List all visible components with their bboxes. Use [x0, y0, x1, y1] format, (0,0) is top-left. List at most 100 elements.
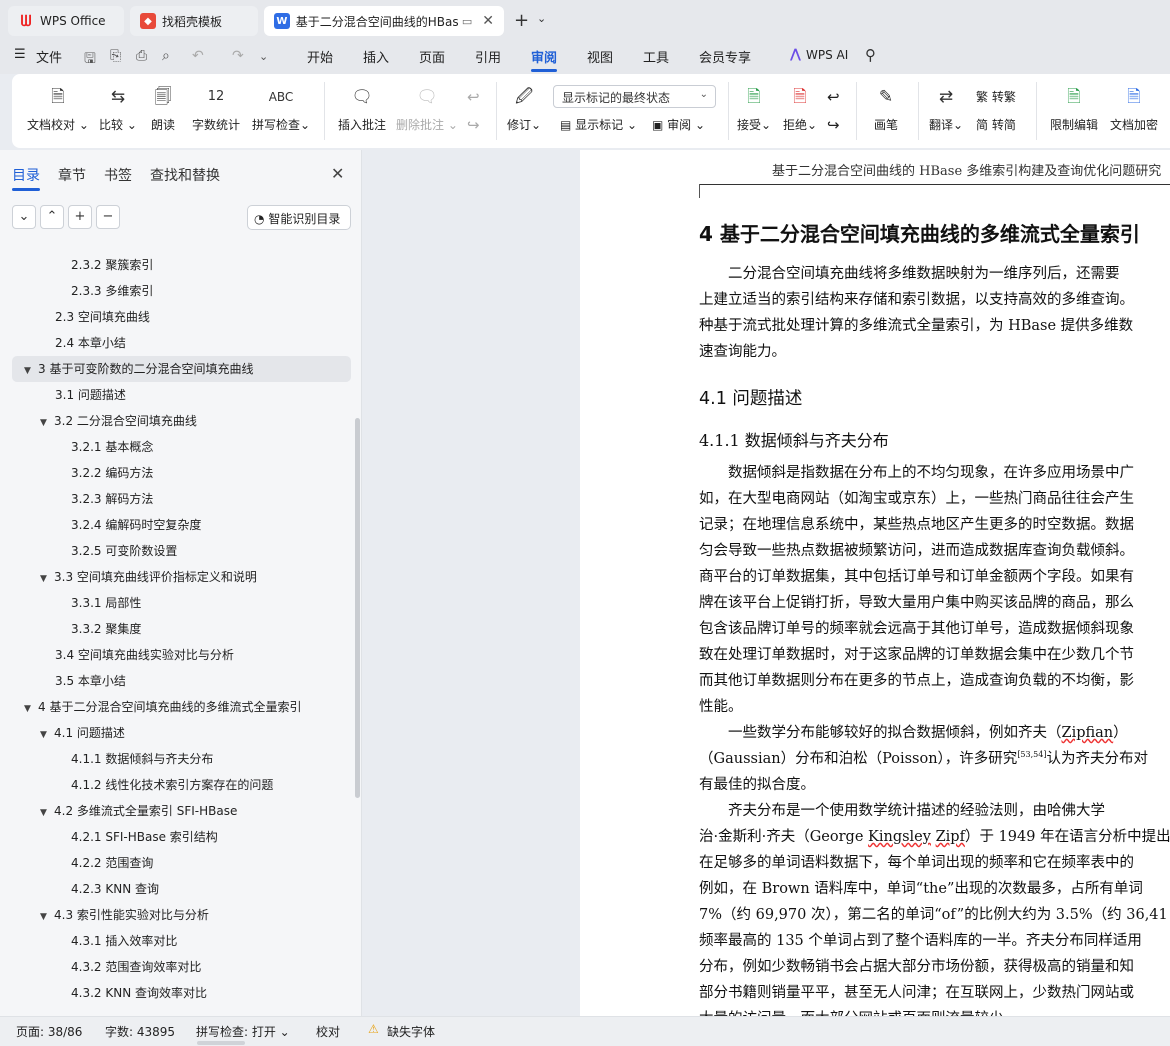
toc-item[interactable]: 3.2.5 可变阶数设置: [71, 538, 177, 564]
show-markup-button[interactable]: ▤ 显示标记 ⌄: [560, 116, 637, 133]
spelling-error[interactable]: Zipf: [936, 829, 965, 845]
toc-item[interactable]: 2.3 空间填充曲线: [55, 304, 150, 330]
expand-arrow-icon[interactable]: ▼: [40, 410, 54, 436]
to-simplified-button[interactable]: 简 转简: [976, 116, 1016, 133]
menu-tools[interactable]: 工具: [643, 47, 669, 66]
next-change-icon[interactable]: ↪: [827, 116, 840, 134]
spell-check-button[interactable]: ABC 拼写检查⌄: [250, 84, 312, 133]
tab-list-chevron-icon[interactable]: ⌄: [537, 12, 546, 25]
toc-item[interactable]: 4.1.1 数据倾斜与齐夫分布: [71, 746, 213, 772]
toc-item[interactable]: 3.3.2 聚集度: [71, 616, 141, 642]
tab-bookmarks[interactable]: 书签: [104, 165, 132, 185]
toc-item[interactable]: 4.3.1 插入效率对比: [71, 928, 177, 954]
menu-reference[interactable]: 引用: [475, 47, 501, 66]
prev-change-icon[interactable]: ↩: [827, 88, 840, 106]
search-icon[interactable]: ⚲: [865, 46, 876, 64]
document-page[interactable]: 基于二分混合空间曲线的 HBase 多维索引构建及查询优化问题研究 4 基于二分…: [580, 150, 1170, 1016]
export-icon[interactable]: ⎘: [110, 48, 121, 64]
collapse-down-button[interactable]: ⌄: [12, 205, 36, 229]
tab-find-replace[interactable]: 查找和替换: [150, 165, 220, 185]
menu-view[interactable]: 视图: [587, 47, 613, 66]
toc-item[interactable]: 4.3.2 KNN 查询效率对比: [71, 980, 207, 1006]
redo-icon[interactable]: ↷: [232, 48, 244, 64]
toc-item[interactable]: 4.3.2 范围查询效率对比: [71, 954, 201, 980]
review-pane-button[interactable]: ▣ 审阅 ⌄: [652, 116, 705, 133]
read-aloud-button[interactable]: 🗐 朗读: [146, 84, 180, 133]
expand-arrow-icon[interactable]: ▼: [40, 904, 54, 930]
accept-button[interactable]: 🗎 接受⌄: [734, 84, 774, 133]
pen-button[interactable]: ✎ 画笔: [864, 84, 908, 133]
expand-arrow-icon[interactable]: ▼: [24, 358, 38, 384]
to-traditional-button[interactable]: 繁 转繁: [976, 88, 1016, 105]
word-count-button[interactable]: 12 字数统计: [188, 84, 244, 133]
menu-review[interactable]: 审阅: [531, 47, 557, 66]
new-tab-button[interactable]: +: [514, 10, 529, 31]
toc-item[interactable]: 4.2.1 SFI-HBase 索引结构: [71, 824, 218, 850]
horizontal-scrollbar[interactable]: [197, 1041, 245, 1045]
expand-arrow-icon[interactable]: ▼: [40, 800, 54, 826]
close-panel-icon[interactable]: ✕: [331, 164, 344, 183]
prev-comment-icon[interactable]: ↩: [467, 88, 480, 106]
spelling-error[interactable]: Zipfian: [1062, 725, 1114, 741]
close-tab-icon[interactable]: ✕: [482, 13, 494, 29]
word-count-indicator[interactable]: 字数: 43895: [105, 1023, 175, 1040]
menu-member[interactable]: 会员专享: [699, 47, 751, 66]
expand-arrow-icon[interactable]: ▼: [40, 566, 54, 592]
spell-check-indicator[interactable]: 拼写检查: 打开 ⌄: [196, 1023, 290, 1040]
monitor-icon[interactable]: ▭: [462, 15, 472, 28]
print-preview-icon[interactable]: ⌕: [162, 48, 170, 64]
page-indicator[interactable]: 页面: 38/86: [16, 1023, 82, 1040]
save-icon[interactable]: 🖫: [84, 48, 96, 72]
undo-icon[interactable]: ↶: [192, 48, 204, 64]
collapse-up-button[interactable]: ⌃: [40, 205, 64, 229]
expand-arrow-icon[interactable]: ▼: [24, 696, 38, 722]
print-icon[interactable]: ⎙: [136, 48, 147, 64]
toc-item[interactable]: ▼ 3.2 二分混合空间填充曲线: [40, 408, 197, 434]
expand-arrow-icon[interactable]: ▼: [40, 722, 54, 748]
toc-item[interactable]: 4.2.3 KNN 查询: [71, 876, 159, 902]
tab-sections[interactable]: 章节: [58, 165, 86, 185]
toc-item[interactable]: ▼ 4 基于二分混合空间填充曲线的多维流式全量索引: [24, 694, 301, 720]
translate-button[interactable]: ⇄ 翻译⌄: [926, 84, 966, 133]
toc-item[interactable]: 3.4 空间填充曲线实验对比与分析: [55, 642, 234, 668]
toc-item[interactable]: 4.1.2 线性化技术索引方案存在的问题: [71, 772, 273, 798]
menu-insert[interactable]: 插入: [363, 47, 389, 66]
tab-toc[interactable]: 目录: [12, 165, 40, 185]
revise-button[interactable]: 🖉 修订⌄: [504, 84, 544, 133]
tab-document[interactable]: W 基于二分混合空间曲线的HBase多维索引构建及查询优化问题研究 ▭ ✕: [264, 6, 504, 36]
delete-comment-button[interactable]: 🗨 删除批注 ⌄: [395, 84, 459, 133]
menu-page[interactable]: 页面: [419, 47, 445, 66]
toc-item-selected[interactable]: ▼ 3 基于可变阶数的二分混合空间填充曲线: [12, 356, 351, 382]
add-heading-button[interactable]: +: [68, 205, 92, 229]
toc-item[interactable]: 3.5 本章小结: [55, 668, 126, 694]
toc-item[interactable]: 2.4 本章小结: [55, 330, 126, 356]
toc-item[interactable]: ▼ 3.3 空间填充曲线评价指标定义和说明: [40, 564, 257, 590]
menu-start[interactable]: 开始: [307, 47, 333, 66]
doc-proof-button[interactable]: 🗎 文档校对 ⌄: [26, 84, 90, 133]
toc-item[interactable]: ▼ 4.1 问题描述: [40, 720, 125, 746]
compare-button[interactable]: ⇆ 比较 ⌄: [96, 84, 140, 133]
doc-encrypt-button[interactable]: 🗎 文档加密: [1106, 84, 1162, 133]
toc-item[interactable]: 4.2.2 范围查询: [71, 850, 153, 876]
toc-item[interactable]: ▼ 4.2 多维流式全量索引 SFI-HBase: [40, 798, 237, 824]
insert-comment-button[interactable]: 🗨 插入批注: [334, 84, 390, 133]
restrict-edit-button[interactable]: 🗎 限制编辑: [1046, 84, 1102, 133]
tab-template[interactable]: ◆ 找稻壳模板: [130, 6, 258, 36]
toc-item[interactable]: ▼ 4.3 索引性能实验对比与分析: [40, 902, 209, 928]
toc-item[interactable]: 3.1 问题描述: [55, 382, 126, 408]
missing-font-indicator[interactable]: 缺失字体: [387, 1023, 435, 1040]
reject-button[interactable]: 🗎 拒绝⌄: [780, 84, 820, 133]
toc-item[interactable]: 3.2.2 编码方法: [71, 460, 153, 486]
toc-item[interactable]: 2.3.2 聚簇索引: [71, 252, 153, 278]
toc-item[interactable]: 3.2.3 解码方法: [71, 486, 153, 512]
toc-item[interactable]: 3.2.1 基本概念: [71, 434, 153, 460]
toc-scrollbar[interactable]: [355, 418, 360, 798]
menu-file[interactable]: 文件: [36, 47, 62, 66]
wps-ai-button[interactable]: ⋀ WPS AI: [790, 47, 848, 62]
quick-access-chevron-icon[interactable]: ⌄: [259, 50, 268, 63]
hamburger-icon[interactable]: ☰: [14, 47, 26, 62]
tab-wps-office[interactable]: ᗯ WPS Office: [8, 6, 124, 36]
remove-heading-button[interactable]: −: [96, 205, 120, 229]
document-canvas[interactable]: 基于二分混合空间曲线的 HBase 多维索引构建及查询优化问题研究 4 基于二分…: [363, 150, 1170, 1016]
spelling-error[interactable]: Kingsley: [868, 829, 931, 845]
